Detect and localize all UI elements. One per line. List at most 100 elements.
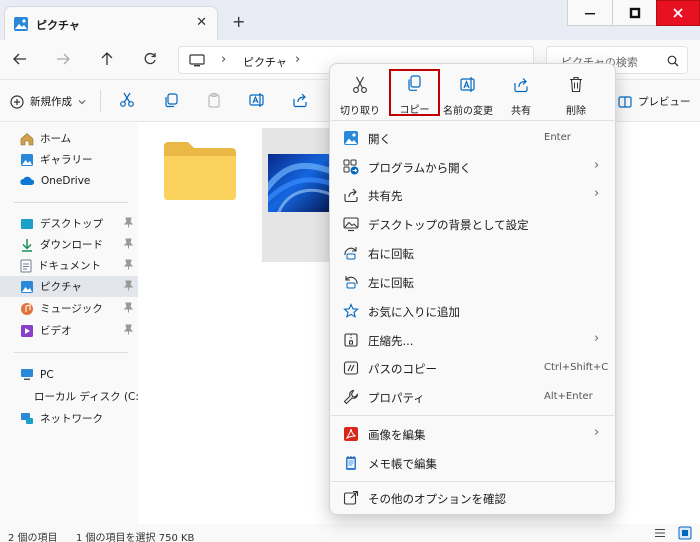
wrench-icon — [343, 389, 359, 405]
breadcrumb-chevron-icon[interactable]: › — [295, 52, 300, 67]
search-icon — [667, 55, 679, 67]
minimize-button[interactable] — [568, 0, 612, 26]
onedrive-icon — [20, 176, 35, 185]
rotate-right-icon — [343, 245, 359, 261]
sidebar-item-music[interactable]: ミュージック — [0, 298, 138, 319]
folder-icon — [164, 142, 236, 200]
selection-info: 1 個の項目を選択 750 KB — [76, 533, 195, 542]
breadcrumb-pictures[interactable]: ピクチャ — [243, 54, 287, 70]
sidebar-item-documents[interactable]: ドキュメント — [0, 255, 138, 276]
maximize-button[interactable] — [612, 0, 656, 26]
menu-divider — [331, 481, 616, 482]
copy-button-highlighted[interactable]: コピー — [389, 69, 440, 116]
computer-icon — [21, 369, 33, 380]
back-icon[interactable] — [13, 52, 27, 66]
sidebar-item-desktop[interactable]: デスクトップ — [0, 213, 138, 234]
status-bar: 2 個の項目 1 個の項目を選択 750 KB — [0, 524, 700, 542]
notepad-icon — [343, 455, 359, 471]
video-icon — [21, 324, 33, 337]
preview-label: プレビュー — [638, 96, 691, 108]
download-icon — [22, 238, 32, 252]
sidebar-item-home[interactable]: ホーム — [0, 128, 138, 149]
menu-item-open-with[interactable]: プログラムから開く › — [330, 153, 617, 181]
share-icon — [513, 76, 529, 93]
tab-close-icon[interactable]: ✕ — [196, 15, 207, 30]
copy-icon[interactable] — [163, 92, 179, 108]
pin-icon — [124, 302, 133, 313]
cut-icon[interactable] — [119, 92, 135, 108]
pin-icon — [124, 280, 133, 291]
music-icon — [21, 302, 33, 315]
sidebar-item-network[interactable]: ネットワーク — [0, 408, 138, 429]
preview-pane-icon — [618, 95, 632, 108]
chevron-right-icon: › — [594, 186, 600, 201]
pin-icon — [124, 217, 133, 228]
document-icon — [20, 259, 32, 272]
sidebar-divider — [14, 202, 128, 203]
folder-item[interactable] — [162, 140, 238, 202]
sidebar-item-videos[interactable]: ビデオ — [0, 320, 138, 341]
sidebar-item-downloads[interactable]: ダウンロード — [0, 234, 138, 255]
preview-pane-button[interactable]: プレビュー — [618, 94, 691, 109]
sidebar-item-pc[interactable]: PC — [0, 364, 138, 385]
menu-divider — [331, 120, 616, 121]
copy-icon — [406, 75, 422, 92]
menu-item-more-options[interactable]: その他のオプションを確認 — [330, 484, 617, 512]
chevron-right-icon: › — [594, 331, 600, 346]
menu-item-share-with[interactable]: 共有先 › — [330, 181, 617, 209]
window-tab[interactable]: ピクチャ ✕ — [4, 6, 218, 40]
external-options-icon — [343, 490, 359, 506]
network-icon — [21, 413, 33, 424]
sidebar-item-local-disk[interactable]: ローカル ディスク (C:) — [0, 386, 143, 407]
close-icon — [673, 8, 683, 18]
pin-icon — [124, 324, 133, 335]
menu-item-edit-notepad[interactable]: メモ帳で編集 — [330, 449, 617, 477]
new-button[interactable]: 新規作成 — [10, 94, 86, 109]
context-menu: 切り取り コピー 名前の変更 共有 削除 開く Enter プログラムから開く … — [329, 63, 616, 515]
paste-icon[interactable] — [206, 92, 222, 108]
forward-icon[interactable] — [56, 52, 70, 66]
up-icon[interactable] — [100, 52, 114, 66]
menu-item-open[interactable]: 開く Enter — [330, 124, 617, 152]
item-count: 2 個の項目 — [8, 533, 58, 542]
open-with-icon — [343, 159, 359, 175]
zip-icon — [343, 332, 359, 348]
image-thumbnail — [268, 154, 330, 212]
computer-icon — [189, 54, 205, 67]
menu-item-edit-image[interactable]: 画像を編集 › — [330, 420, 617, 448]
add-icon — [10, 94, 24, 109]
menu-item-rotate-right[interactable]: 右に回転 — [330, 239, 617, 267]
divider — [100, 90, 101, 112]
menu-item-rotate-left[interactable]: 左に回転 — [330, 268, 617, 296]
menu-item-set-background[interactable]: デスクトップの背景として設定 — [330, 210, 617, 238]
menu-item-copy-path[interactable]: パスのコピー Ctrl+Shift+C — [330, 354, 617, 382]
sidebar-item-pictures[interactable]: ピクチャ — [0, 276, 138, 297]
menu-item-add-favorites[interactable]: お気に入りに追加 — [330, 297, 617, 325]
restore-icon — [629, 7, 640, 19]
menu-item-compress[interactable]: 圧縮先... › — [330, 326, 617, 354]
breadcrumb-chevron-icon[interactable]: › — [221, 52, 226, 67]
share-button[interactable]: 共有 — [493, 76, 549, 117]
delete-button[interactable]: 削除 — [548, 76, 604, 117]
rename-icon[interactable] — [249, 92, 265, 108]
refresh-icon[interactable] — [143, 52, 157, 66]
sidebar-item-onedrive[interactable]: OneDrive — [0, 170, 138, 191]
star-icon — [343, 303, 359, 319]
chevron-right-icon: › — [594, 158, 600, 173]
menu-divider — [331, 415, 616, 416]
desktop-icon — [21, 218, 33, 229]
sidebar-item-gallery[interactable]: ギャラリー — [0, 149, 138, 170]
close-button[interactable] — [656, 0, 700, 26]
share-icon[interactable] — [292, 92, 308, 108]
details-view-icon — [655, 528, 665, 538]
cut-button[interactable]: 切り取り — [332, 76, 388, 117]
new-tab-button[interactable]: + — [232, 12, 245, 31]
rename-button[interactable]: 名前の変更 — [440, 76, 496, 117]
menu-item-properties[interactable]: プロパティ Alt+Enter — [330, 383, 617, 411]
tab-title: ピクチャ — [36, 19, 80, 32]
large-icons-view-icon — [678, 526, 692, 540]
copy-path-icon — [343, 360, 359, 376]
window-controls — [567, 0, 700, 26]
title-bar: ピクチャ ✕ + — [0, 0, 700, 40]
image-file-item-selected[interactable] — [262, 128, 336, 262]
